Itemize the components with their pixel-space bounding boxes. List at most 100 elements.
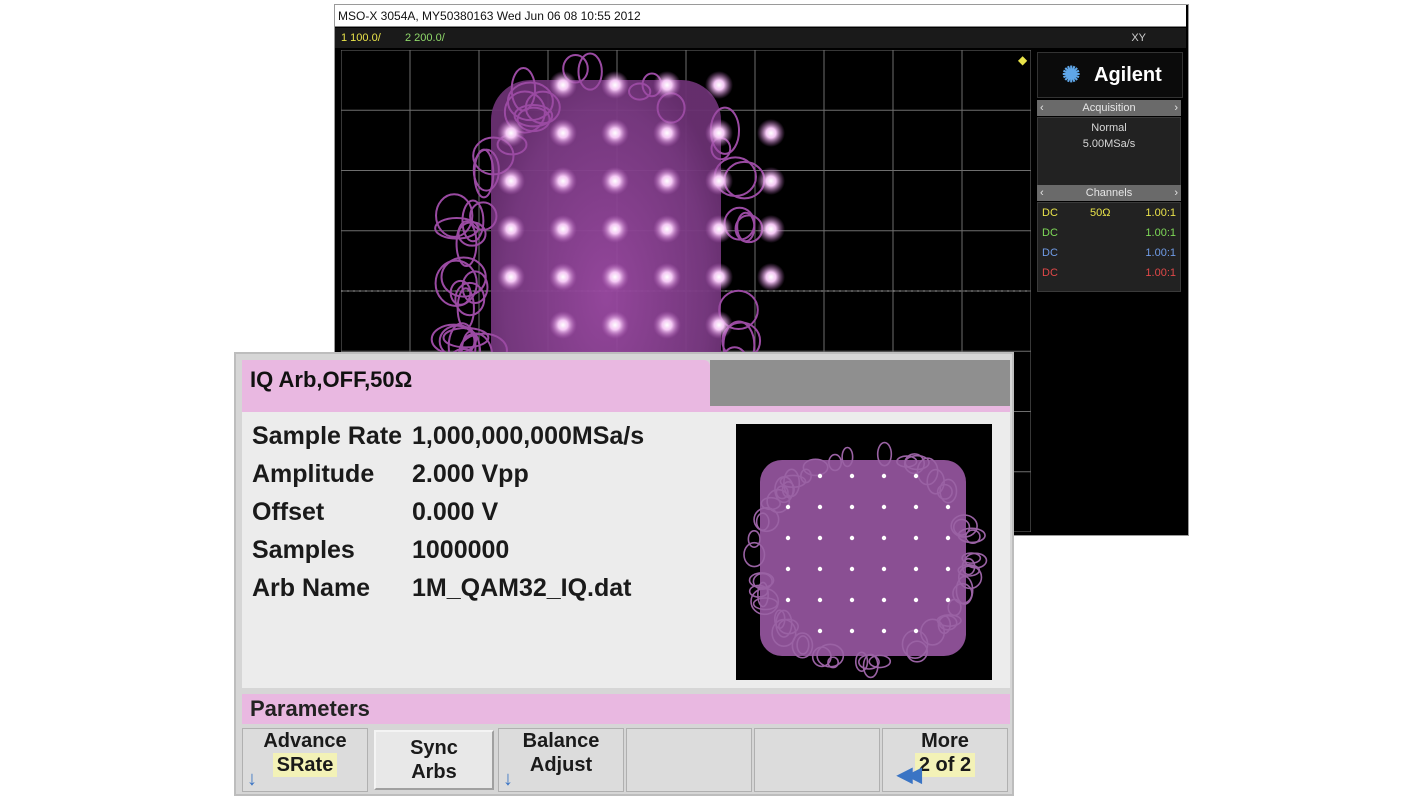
arrow-down-icon: ↓ bbox=[247, 768, 257, 790]
constellation-point bbox=[705, 263, 733, 291]
acquisition-mode: Normal bbox=[1091, 122, 1127, 134]
preview-constellation-point bbox=[817, 597, 823, 603]
empty-softkey-4[interactable] bbox=[626, 728, 752, 792]
agilent-spark-icon: ✺ bbox=[1062, 62, 1081, 87]
preview-constellation-point bbox=[881, 504, 887, 510]
constellation-point bbox=[705, 167, 733, 195]
preview-constellation-point bbox=[913, 504, 919, 510]
constellation-point bbox=[497, 119, 525, 147]
preview-constellation-point bbox=[881, 473, 887, 479]
preview-constellation-point bbox=[849, 597, 855, 603]
acquisition-rate: 5.00MSa/s bbox=[1082, 138, 1136, 150]
agilent-logo: ✺ Agilent bbox=[1037, 52, 1183, 98]
constellation-point bbox=[705, 311, 733, 339]
parameters-section-label: Parameters bbox=[242, 694, 1010, 724]
tab-strip-inactive bbox=[710, 360, 1010, 406]
output-status-tab[interactable]: IQ Arb,OFF,50Ω bbox=[242, 360, 710, 410]
preview-constellation-point bbox=[817, 535, 823, 541]
constellation-point bbox=[653, 71, 681, 99]
constellation-point bbox=[601, 167, 629, 195]
preview-constellation-point bbox=[849, 628, 855, 634]
preview-constellation-point bbox=[817, 473, 823, 479]
constellation-point bbox=[705, 119, 733, 147]
collapse-left-icon: ‹ bbox=[1040, 102, 1044, 114]
channel-row[interactable]: DC 1.00:1 bbox=[1038, 223, 1180, 243]
preview-constellation-point bbox=[945, 566, 951, 572]
constellation-point bbox=[705, 215, 733, 243]
preview-constellation-point bbox=[785, 504, 791, 510]
preview-edge-loop bbox=[747, 530, 761, 549]
constellation-point bbox=[497, 215, 525, 243]
channel-row[interactable]: DC 1.00:1 bbox=[1038, 243, 1180, 263]
constellation-point bbox=[549, 71, 577, 99]
preview-constellation-point bbox=[913, 597, 919, 603]
sync-arbs-softkey[interactable]: Sync Arbs bbox=[374, 730, 494, 790]
arrow-down-icon: ↓ bbox=[503, 768, 513, 790]
preview-constellation-point bbox=[785, 566, 791, 572]
preview-constellation-point bbox=[913, 566, 919, 572]
constellation-point bbox=[653, 119, 681, 147]
channel-row[interactable]: DC 1.00:1 bbox=[1038, 263, 1180, 283]
softkey-bar: Advance SRate ↓ Sync Arbs Balance Adjust… bbox=[242, 728, 1010, 792]
constellation-point bbox=[653, 263, 681, 291]
cloud-edge-loop bbox=[736, 211, 756, 243]
constellation-point bbox=[653, 167, 681, 195]
constellation-point bbox=[497, 167, 525, 195]
trigger-marker-icon: ◆ bbox=[1018, 53, 1028, 67]
more-softkey[interactable]: More 2 of 2 ◀◀ bbox=[882, 728, 1008, 792]
preview-constellation-point bbox=[785, 535, 791, 541]
constellation-point bbox=[497, 263, 525, 291]
scope-side-panel: ✺ Agilent ‹ Acquisition › Normal 5.00MSa… bbox=[1035, 50, 1183, 530]
constellation-point bbox=[601, 263, 629, 291]
preview-constellation-point bbox=[881, 628, 887, 634]
constellation-point bbox=[757, 119, 785, 147]
channel-1-scale[interactable]: 1 100.0/ bbox=[341, 28, 381, 48]
preview-constellation-point bbox=[881, 535, 887, 541]
channels-info: DC 50Ω 1.00:1 DC 1.00:1 DC 1.00:1 DC 1.0… bbox=[1037, 202, 1181, 292]
preview-constellation-point bbox=[817, 628, 823, 634]
preview-constellation-point bbox=[881, 566, 887, 572]
constellation-point bbox=[601, 215, 629, 243]
double-left-arrow-icon: ◀◀ bbox=[897, 764, 922, 786]
preview-constellation-point bbox=[817, 566, 823, 572]
constellation-point bbox=[757, 215, 785, 243]
preview-constellation-point bbox=[945, 535, 951, 541]
collapse-right-icon: › bbox=[1174, 187, 1178, 199]
constellation-point bbox=[549, 119, 577, 147]
preview-constellation-point bbox=[817, 504, 823, 510]
constellation-point bbox=[653, 215, 681, 243]
acquisition-info: Normal 5.00MSa/s bbox=[1037, 117, 1181, 189]
balance-adjust-softkey[interactable]: Balance Adjust ↓ bbox=[498, 728, 624, 792]
acquisition-header[interactable]: ‹ Acquisition › bbox=[1037, 100, 1181, 116]
collapse-right-icon: › bbox=[1174, 102, 1178, 114]
constellation-point bbox=[757, 263, 785, 291]
collapse-left-icon: ‹ bbox=[1040, 187, 1044, 199]
parameter-display: Sample Rate 1,000,000,000MSa/s Amplitude… bbox=[242, 412, 1010, 688]
brand-name: Agilent bbox=[1094, 64, 1162, 86]
preview-constellation-point bbox=[849, 473, 855, 479]
constellation-point bbox=[705, 71, 733, 99]
constellation-point bbox=[549, 263, 577, 291]
constellation-point bbox=[653, 311, 681, 339]
preview-constellation-point bbox=[849, 535, 855, 541]
preview-constellation-point bbox=[913, 473, 919, 479]
constellation-point bbox=[601, 311, 629, 339]
constellation-point bbox=[601, 71, 629, 99]
advance-srate-softkey[interactable]: Advance SRate ↓ bbox=[242, 728, 368, 792]
preview-constellation-point bbox=[945, 597, 951, 603]
constellation-point bbox=[549, 215, 577, 243]
preview-constellation-point bbox=[913, 535, 919, 541]
channels-header[interactable]: ‹ Channels › bbox=[1037, 185, 1181, 201]
preview-constellation-point bbox=[849, 504, 855, 510]
constellation-point bbox=[549, 311, 577, 339]
empty-softkey-5[interactable] bbox=[754, 728, 880, 792]
constellation-point bbox=[549, 167, 577, 195]
channel-row[interactable]: DC 50Ω 1.00:1 bbox=[1038, 203, 1180, 223]
preview-constellation-point bbox=[785, 597, 791, 603]
scope-status-bar: 1 100.0/ 2 200.0/ XY bbox=[335, 28, 1186, 48]
channel-2-scale[interactable]: 2 200.0/ bbox=[405, 28, 445, 48]
preview-constellation-point bbox=[849, 566, 855, 572]
arb-waveform-preview bbox=[736, 424, 992, 680]
function-generator-panel: IQ Arb,OFF,50Ω Sample Rate 1,000,000,000… bbox=[234, 352, 1014, 796]
preview-constellation-point bbox=[945, 504, 951, 510]
